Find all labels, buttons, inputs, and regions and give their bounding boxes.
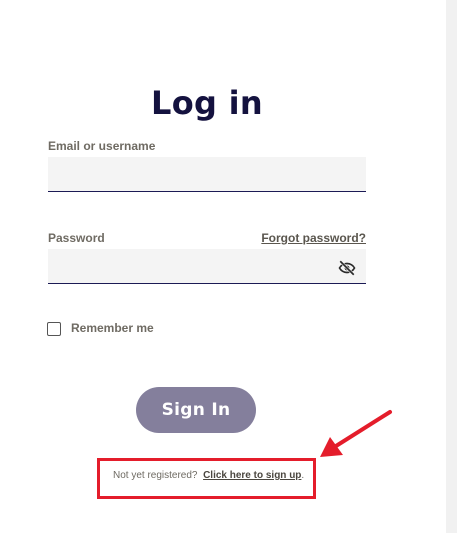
signup-link[interactable]: Click here to sign up <box>203 470 301 481</box>
email-label: Email or username <box>48 139 156 153</box>
page-title: Log in <box>151 84 263 122</box>
password-label: Password <box>48 231 105 245</box>
remember-me-checkbox[interactable] <box>47 322 61 336</box>
signup-prompt: Not yet registered? Click here to sign u… <box>113 470 304 481</box>
signup-prompt-text: Not yet registered? <box>113 470 198 481</box>
forgot-password-link[interactable]: Forgot password? <box>261 231 366 245</box>
sign-in-button[interactable]: Sign In <box>136 387 256 433</box>
arrow-icon <box>320 410 392 457</box>
right-panel-edge <box>446 0 457 533</box>
email-field[interactable] <box>48 157 366 192</box>
eye-slash-icon[interactable] <box>337 259 357 277</box>
password-field[interactable] <box>48 249 366 284</box>
signup-suffix: . <box>301 470 305 481</box>
remember-me-label: Remember me <box>71 321 154 335</box>
